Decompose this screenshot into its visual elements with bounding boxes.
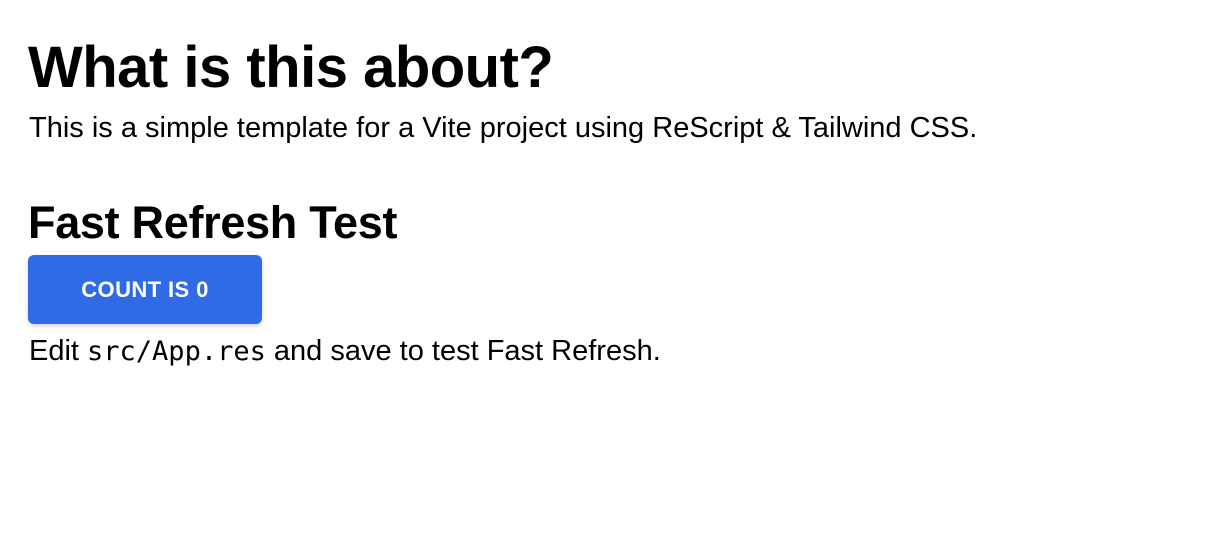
source-file-path: src/App.res — [87, 336, 266, 367]
page: What is this about? This is a simple tem… — [0, 0, 1230, 540]
intro-text: This is a simple template for a Vite pro… — [29, 112, 978, 144]
edit-prefix: Edit — [29, 335, 88, 367]
count-button[interactable]: Count is 0 — [28, 255, 262, 324]
page-heading: What is this about? — [28, 35, 554, 100]
fast-refresh-heading: Fast Refresh Test — [28, 197, 398, 248]
edit-suffix: and save to test Fast Refresh. — [265, 335, 661, 367]
edit-instruction: Edit src/App.res and save to test Fast R… — [29, 333, 661, 370]
